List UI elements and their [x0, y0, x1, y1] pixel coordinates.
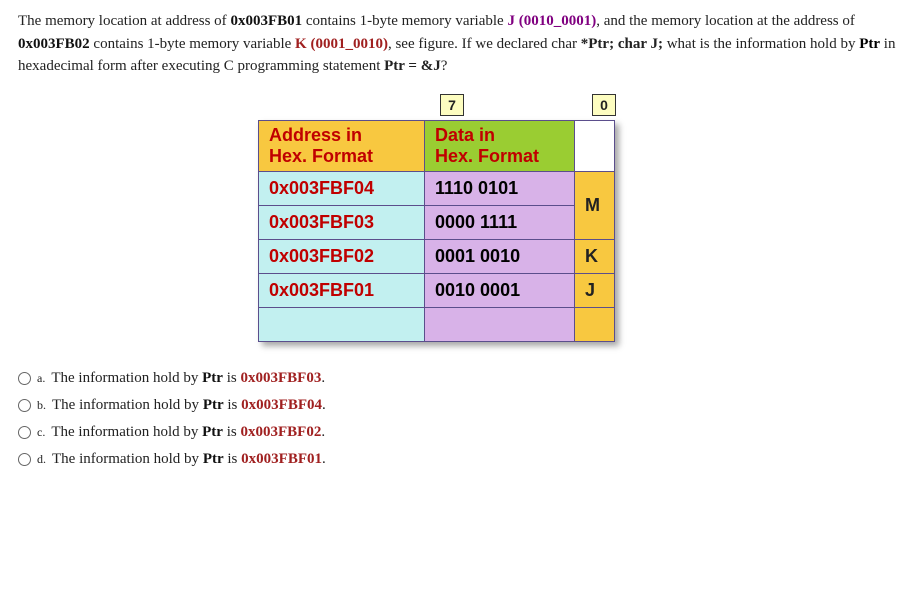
- option-letter: c.: [37, 425, 45, 440]
- data-cell: 1110 0101: [425, 171, 575, 205]
- table-row: [259, 307, 615, 341]
- ptr-text: Ptr: [859, 36, 880, 52]
- table-row: 0x003FBF02 0001 0010 K: [259, 239, 615, 273]
- addr-text: 0x003FB01: [230, 13, 302, 29]
- addr-cell: 0x003FBF02: [259, 239, 425, 273]
- statement-text: Ptr = &J: [384, 58, 441, 74]
- data-cell: 0010 0001: [425, 273, 575, 307]
- radio-icon[interactable]: [18, 372, 31, 385]
- var-j-text: J (0010_0001): [507, 13, 596, 29]
- memory-table: Address inHex. Format Data inHex. Format…: [258, 120, 615, 342]
- addr-cell: [259, 307, 425, 341]
- option-letter: a.: [37, 371, 45, 386]
- addr-cell: 0x003FBF03: [259, 205, 425, 239]
- option-c[interactable]: c. The information hold by Ptr is 0x003F…: [18, 424, 897, 441]
- option-d[interactable]: d. The information hold by Ptr is 0x003F…: [18, 451, 897, 468]
- option-text: The information hold by Ptr is 0x003FBF0…: [51, 424, 325, 441]
- memory-figure: 7 0 Address inHex. Format Data inHex. Fo…: [258, 94, 698, 342]
- radio-icon[interactable]: [18, 426, 31, 439]
- question-text: The memory location at address of 0x003F…: [18, 10, 897, 78]
- option-text: The information hold by Ptr is 0x003FBF0…: [52, 397, 326, 414]
- table-row: 0x003FBF01 0010 0001 J: [259, 273, 615, 307]
- data-cell: [425, 307, 575, 341]
- options-list: a. The information hold by Ptr is 0x003F…: [18, 370, 897, 468]
- declaration-text: *Ptr; char J;: [581, 36, 663, 52]
- var-header: [575, 120, 615, 171]
- var-cell: M: [575, 171, 615, 239]
- var-k-text: K (0001_0010): [295, 36, 388, 52]
- option-b[interactable]: b. The information hold by Ptr is 0x003F…: [18, 397, 897, 414]
- radio-icon[interactable]: [18, 399, 31, 412]
- addr-cell: 0x003FBF04: [259, 171, 425, 205]
- var-cell: J: [575, 273, 615, 307]
- option-a[interactable]: a. The information hold by Ptr is 0x003F…: [18, 370, 897, 387]
- bit-labels: 7 0: [258, 94, 698, 116]
- table-row: 0x003FBF03 0000 1111: [259, 205, 615, 239]
- radio-icon[interactable]: [18, 453, 31, 466]
- data-cell: 0000 1111: [425, 205, 575, 239]
- var-cell: [575, 307, 615, 341]
- option-text: The information hold by Ptr is 0x003FBF0…: [52, 451, 326, 468]
- addr-cell: 0x003FBF01: [259, 273, 425, 307]
- option-text: The information hold by Ptr is 0x003FBF0…: [51, 370, 325, 387]
- bit-0-label: 0: [592, 94, 616, 116]
- option-letter: b.: [37, 398, 46, 413]
- data-cell: 0001 0010: [425, 239, 575, 273]
- table-row: 0x003FBF04 1110 0101 M: [259, 171, 615, 205]
- bit-7-label: 7: [440, 94, 464, 116]
- addr-text: 0x003FB02: [18, 36, 90, 52]
- data-header: Data inHex. Format: [425, 120, 575, 171]
- option-letter: d.: [37, 452, 46, 467]
- addr-header: Address inHex. Format: [259, 120, 425, 171]
- var-cell: K: [575, 239, 615, 273]
